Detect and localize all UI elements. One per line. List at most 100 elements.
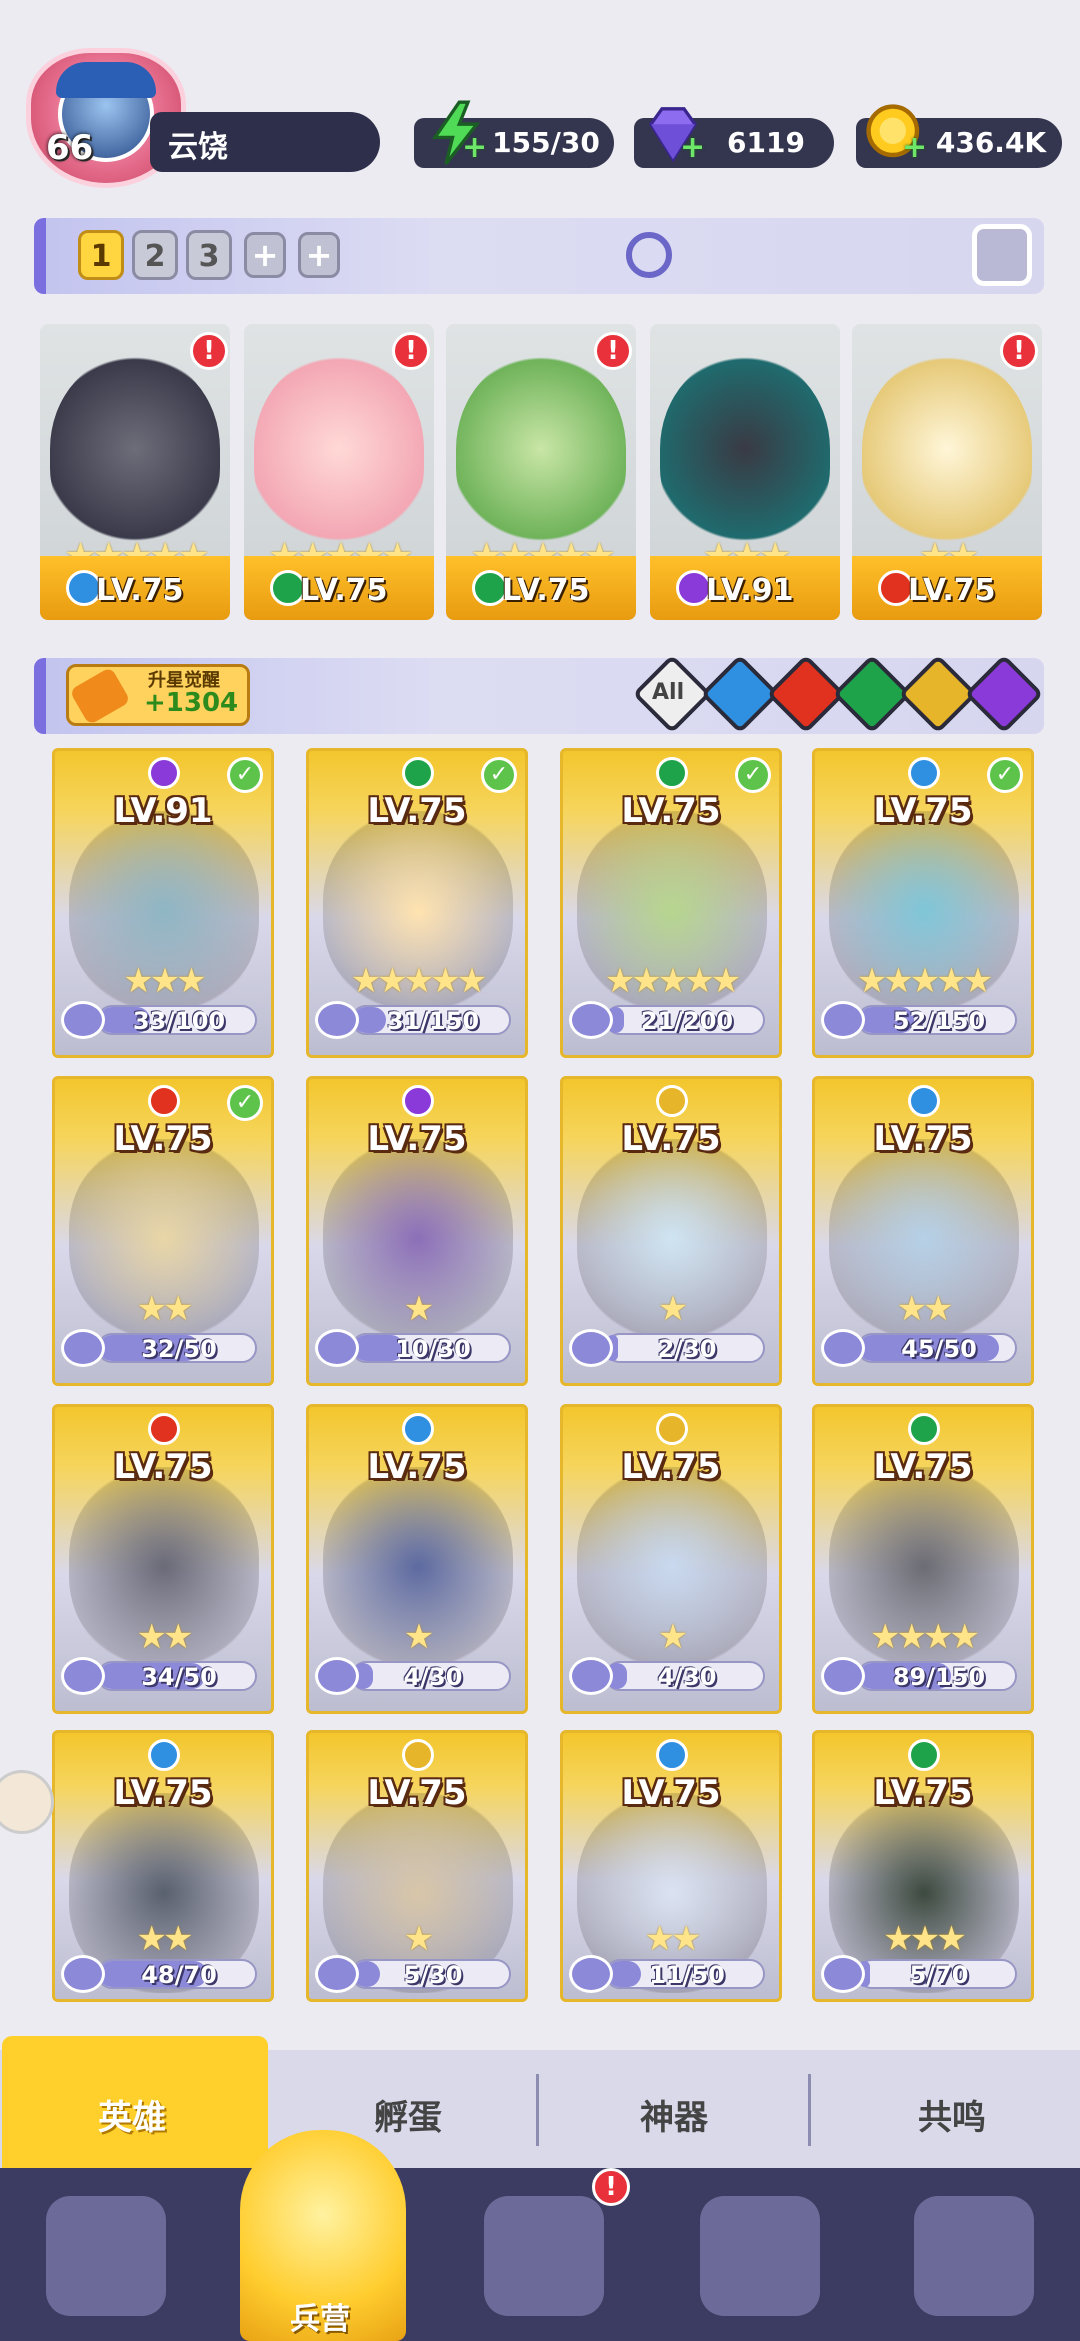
dark-element-icon xyxy=(148,757,180,789)
shard-count: 31/150 xyxy=(386,1007,480,1035)
hero-card[interactable]: LV.75 ★★ 34/50 xyxy=(52,1404,274,1714)
shard-count: 4/30 xyxy=(657,1663,717,1691)
cards-icon[interactable] xyxy=(46,2196,166,2316)
hero-card[interactable]: LV.75 ★★ 48/70 xyxy=(52,1730,274,2002)
water-element-icon xyxy=(908,1085,940,1117)
light-element-icon xyxy=(656,1085,688,1117)
temple-icon[interactable] xyxy=(700,2196,820,2316)
team-tab-3[interactable]: 3 xyxy=(186,230,232,280)
hero-level: LV.75 xyxy=(113,1447,213,1487)
team-tab-2[interactable]: 2 xyxy=(132,230,178,280)
hero-level: LV.75 xyxy=(367,1447,467,1487)
hero-card[interactable]: LV.75 ★★ 45/50 xyxy=(812,1076,1034,1386)
tab-resonance[interactable]: 共鸣 xyxy=(862,2090,1042,2139)
hero-card[interactable]: LV.75 ★ 2/30 xyxy=(560,1076,782,1386)
hero-stars: ★★★★ xyxy=(870,1617,980,1657)
shard-progress-bar: 2/30 xyxy=(605,1333,765,1363)
hero-stars: ★★★★★ xyxy=(350,961,487,1001)
hero-card[interactable]: ✓ LV.75 ★★ 32/50 xyxy=(52,1076,274,1386)
shard-progress-bar: 34/50 xyxy=(97,1661,257,1691)
hero-level: LV.75 xyxy=(621,791,721,831)
hero-card[interactable]: LV.75 ★ 5/30 xyxy=(306,1730,528,2002)
hero-card[interactable]: LV.75 ★ 10/30 xyxy=(306,1076,528,1386)
nature-element-icon xyxy=(908,1413,940,1445)
alert-badge: ! xyxy=(1000,332,1038,370)
shard-icon xyxy=(569,1657,613,1695)
shard-progress-bar: 11/50 xyxy=(605,1959,765,1989)
hero-level: LV.75 xyxy=(367,1119,467,1159)
hero-level: LV.91 xyxy=(706,573,794,608)
add-gems-button[interactable]: + xyxy=(680,130,705,165)
tab-divider xyxy=(808,2074,811,2146)
shard-count: 33/100 xyxy=(132,1007,226,1035)
add-team-button-2[interactable]: + xyxy=(298,232,340,278)
hero-stars: ★★★ xyxy=(123,961,206,1001)
shard-icon xyxy=(315,1001,359,1039)
hero-portrait xyxy=(862,354,1032,544)
hero-level: LV.75 xyxy=(873,1773,973,1813)
team-tab-1[interactable]: 1 xyxy=(78,230,124,280)
shard-icon xyxy=(61,1001,105,1039)
shard-icon xyxy=(61,1955,105,1993)
check-icon: ✓ xyxy=(227,1085,263,1121)
hero-level: LV.75 xyxy=(300,573,388,608)
floating-helper-icon[interactable] xyxy=(0,1770,54,1834)
add-energy-button[interactable]: + xyxy=(462,130,487,165)
shard-icon xyxy=(61,1657,105,1695)
tab-artifacts[interactable]: 神器 xyxy=(584,2090,764,2139)
hero-level: LV.75 xyxy=(113,1119,213,1159)
tab-heroes-label: 英雄 xyxy=(98,2098,166,2138)
hero-level: LV.75 xyxy=(621,1773,721,1813)
hero-card[interactable]: ✓ LV.75 ★★★★★ 31/150 xyxy=(306,748,528,1058)
map-book-icon[interactable] xyxy=(484,2196,604,2316)
hero-card[interactable]: LV.75 ★ 4/30 xyxy=(560,1404,782,1714)
hero-stars: ★★ xyxy=(644,1919,702,1959)
hero-portrait xyxy=(456,354,626,544)
hero-stars: ★★★ xyxy=(883,1919,966,1959)
add-team-button-1[interactable]: + xyxy=(244,232,286,278)
shard-progress-bar: 5/30 xyxy=(351,1959,511,1989)
team-slot-4[interactable]: ★★★ LV.91 xyxy=(650,324,840,620)
check-icon: ✓ xyxy=(735,757,771,793)
shard-progress-bar: 31/150 xyxy=(351,1005,511,1035)
hero-level: LV.75 xyxy=(873,1119,973,1159)
hero-card[interactable]: LV.75 ★ 4/30 xyxy=(306,1404,528,1714)
hero-stars: ★ xyxy=(403,1617,434,1657)
player-level: 66 xyxy=(46,128,94,168)
hero-card[interactable]: ✓ LV.75 ★★★★★ 52/150 xyxy=(812,748,1034,1058)
filter-all-label: All xyxy=(652,680,685,705)
hero-portrait xyxy=(254,354,424,544)
alert-badge: ! xyxy=(392,332,430,370)
hero-level: LV.75 xyxy=(502,573,590,608)
hero-stars: ★★ xyxy=(136,1289,194,1329)
alert-badge: ! xyxy=(190,332,228,370)
check-icon: ✓ xyxy=(227,757,263,793)
shard-progress-bar: 33/100 xyxy=(97,1005,257,1035)
shard-count: 45/50 xyxy=(901,1335,977,1363)
hero-stars: ★★ xyxy=(136,1617,194,1657)
hero-stars: ★★★★★ xyxy=(856,961,993,1001)
shard-count: 4/30 xyxy=(403,1663,463,1691)
hero-portrait xyxy=(660,354,830,544)
shard-icon xyxy=(569,1329,613,1367)
hero-card[interactable]: LV.75 ★★★★ 89/150 xyxy=(812,1404,1034,1714)
hero-stars: ★ xyxy=(403,1289,434,1329)
shard-count: 11/50 xyxy=(649,1961,725,1989)
barracks-label: 兵营 xyxy=(290,2302,350,2337)
hero-card[interactable]: LV.75 ★★ 11/50 xyxy=(560,1730,782,2002)
search-icon[interactable] xyxy=(626,232,672,278)
add-coins-button[interactable]: + xyxy=(902,130,927,165)
shard-progress-bar: 45/50 xyxy=(857,1333,1017,1363)
player-name: 云饶 xyxy=(168,130,228,165)
share-icon[interactable] xyxy=(972,224,1032,286)
shard-count: 34/50 xyxy=(141,1663,217,1691)
shard-icon xyxy=(569,1001,613,1039)
hero-card[interactable]: LV.75 ★★★ 5/70 xyxy=(812,1730,1034,2002)
shard-progress-bar: 48/70 xyxy=(97,1959,257,1989)
hero-card[interactable]: ✓ LV.91 ★★★ 33/100 xyxy=(52,748,274,1058)
hero-level: LV.75 xyxy=(367,1773,467,1813)
mushroom-icon[interactable] xyxy=(914,2196,1034,2316)
hero-card[interactable]: ✓ LV.75 ★★★★★ 21/200 xyxy=(560,748,782,1058)
water-element-icon xyxy=(402,1413,434,1445)
shard-count: 48/70 xyxy=(141,1961,217,1989)
